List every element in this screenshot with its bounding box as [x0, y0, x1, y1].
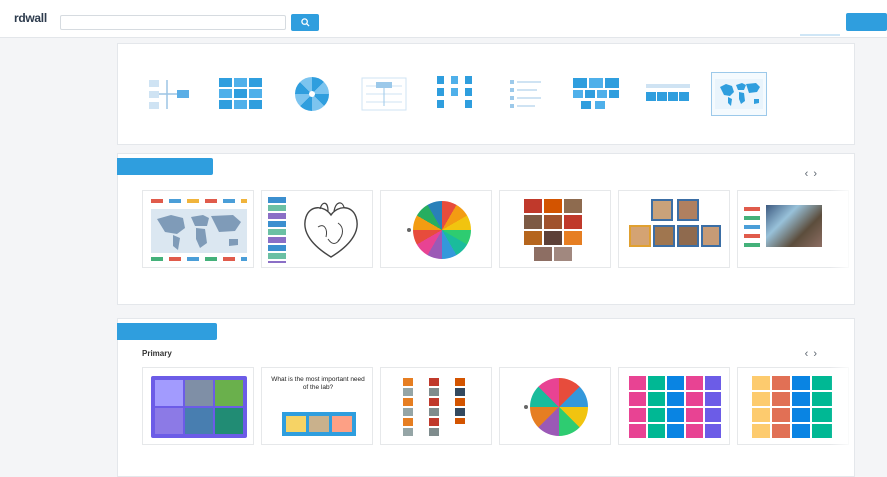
activity-card[interactable] [499, 190, 611, 290]
template-item[interactable] [138, 72, 200, 124]
card-thumbnail [737, 367, 849, 445]
template-item[interactable] [637, 72, 699, 124]
search-icon [300, 18, 310, 27]
table-icon [640, 72, 696, 116]
list-icon [498, 72, 554, 116]
thumbnail-question: What is the most important need of the l… [271, 376, 365, 391]
activity-card[interactable] [737, 190, 849, 290]
template-item[interactable] [353, 72, 415, 124]
card-thumbnail [380, 190, 492, 268]
carousel-arrows: ‹› [805, 168, 822, 180]
activity-card[interactable]: What is the most important need of the l… [261, 367, 373, 467]
activity-card[interactable] [142, 190, 254, 290]
logo[interactable]: rdwall [14, 11, 47, 25]
tab-popular[interactable] [117, 158, 213, 175]
template-item[interactable] [424, 72, 486, 124]
top-bar: rdwall [0, 0, 887, 38]
card-thumbnail [737, 190, 849, 268]
card-thumbnail [618, 367, 730, 445]
diagram-icon [141, 72, 197, 116]
tab-recommended[interactable] [117, 323, 217, 340]
activity-card[interactable] [737, 367, 849, 467]
header-action-button[interactable] [846, 13, 887, 31]
chevron-right-icon[interactable]: › [813, 168, 822, 180]
activity-card[interactable] [618, 367, 730, 467]
card-thumbnail: What is the most important need of the l… [261, 367, 373, 445]
bars-icon [427, 72, 483, 116]
activity-card[interactable] [261, 190, 373, 290]
template-item[interactable] [281, 72, 343, 124]
activity-card[interactable] [380, 367, 492, 467]
search-input[interactable] [60, 15, 286, 30]
chevron-right-icon[interactable]: › [813, 348, 822, 360]
nav-link-underline [800, 34, 840, 36]
activity-card[interactable] [380, 190, 492, 290]
card-thumbnail [261, 190, 373, 268]
section-heading: Primary [142, 349, 172, 358]
card-thumbnail [499, 367, 611, 445]
popular-panel: ‹› [117, 153, 855, 305]
carousel-arrows: ‹› [805, 348, 822, 360]
map-icon [711, 72, 767, 116]
card-thumbnail [499, 190, 611, 268]
templates-panel [117, 43, 855, 145]
wheel-icon [284, 72, 340, 116]
activity-card[interactable] [142, 367, 254, 467]
template-item[interactable] [495, 72, 557, 124]
card-thumbnail [142, 190, 254, 268]
activity-card[interactable] [618, 190, 730, 290]
card-thumbnail [142, 367, 254, 445]
card-thumbnail [380, 367, 492, 445]
template-item[interactable] [210, 72, 272, 124]
grid-icon [213, 72, 269, 116]
template-item[interactable] [566, 72, 628, 124]
recommended-cards: What is the most important need of the l… [142, 367, 854, 467]
chart-icon [356, 72, 412, 116]
card-thumbnail [618, 190, 730, 268]
blocks-icon [569, 72, 625, 116]
popular-cards [142, 190, 854, 290]
template-item-selected[interactable] [708, 72, 770, 124]
templates-row [138, 72, 858, 142]
search-button[interactable] [291, 14, 319, 31]
activity-card[interactable] [499, 367, 611, 467]
recommended-panel: Primary ‹› What is the most important ne… [117, 318, 855, 477]
